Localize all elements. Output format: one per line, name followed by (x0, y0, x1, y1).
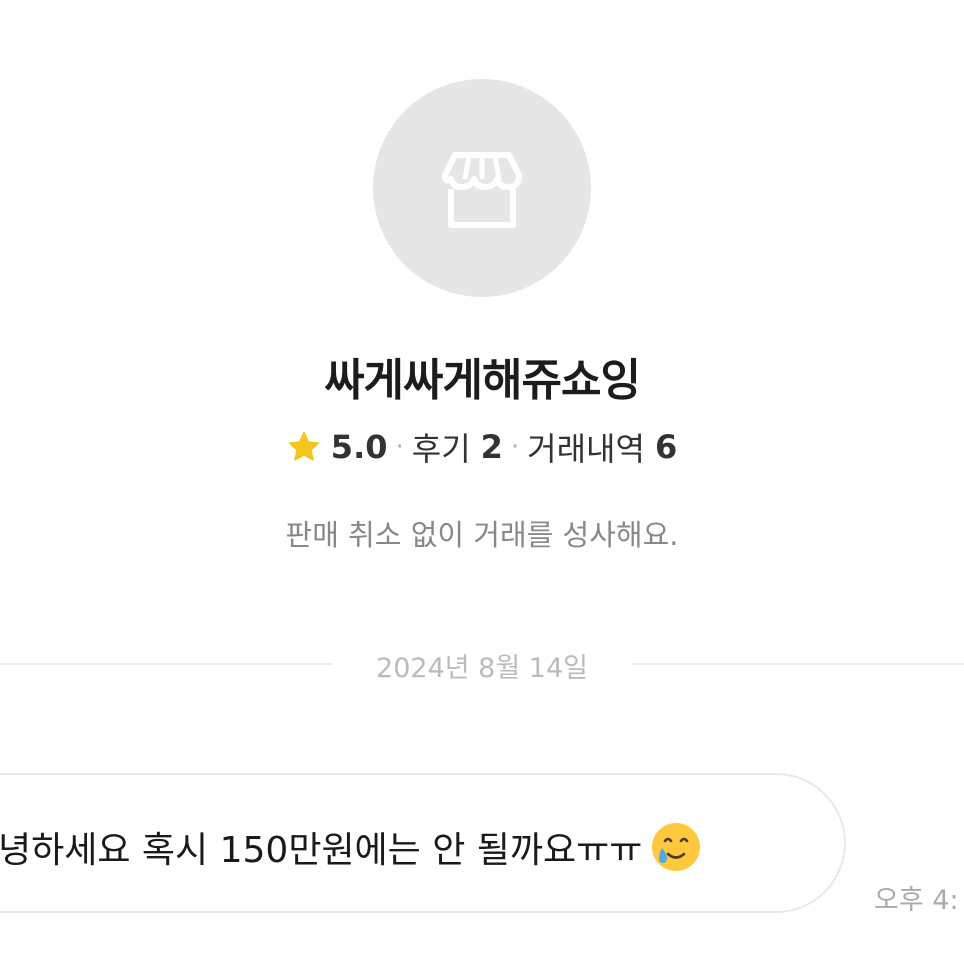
trades-count[interactable]: 6 (655, 428, 677, 466)
chat-screen: 싸게싸게해쥬쇼잉 5.0 · 후기 2 · 거래내역 6 판매 취소 없이 거래… (0, 0, 964, 964)
message-content: 녕하세요 혹시 150만원에는 안 될까요ㅠㅠ (0, 821, 702, 873)
message-time: 오후 4: (874, 885, 959, 916)
rating-value: 5.0 (330, 428, 388, 466)
shop-avatar[interactable] (373, 79, 591, 297)
shop-stats: 5.0 · 후기 2 · 거래내역 6 (0, 424, 964, 470)
shop-bio: 판매 취소 없이 거래를 성사해요. (285, 518, 679, 552)
stats-separator: · (510, 432, 520, 462)
star-icon (288, 431, 320, 461)
date-divider: 2024년 8월 14일 (0, 646, 964, 684)
storefront-icon (442, 152, 522, 228)
reviews-count[interactable]: 2 (481, 428, 503, 466)
message-bubble[interactable]: 녕하세요 혹시 150만원에는 안 될까요ㅠㅠ (0, 773, 846, 913)
message-text: 녕하세요 혹시 150만원에는 안 될까요ㅠㅠ (0, 830, 643, 871)
stats-separator: · (395, 432, 404, 462)
smiling-face-with-tear-icon (652, 823, 701, 871)
divider-line (0, 663, 332, 665)
shop-name: 싸게싸게해쥬쇼잉 (324, 355, 641, 406)
date-divider-text: 2024년 8월 14일 (376, 653, 588, 684)
divider-line (632, 663, 964, 665)
trades-label[interactable]: 거래내역 (527, 424, 645, 470)
reviews-label[interactable]: 후기 (412, 424, 471, 470)
